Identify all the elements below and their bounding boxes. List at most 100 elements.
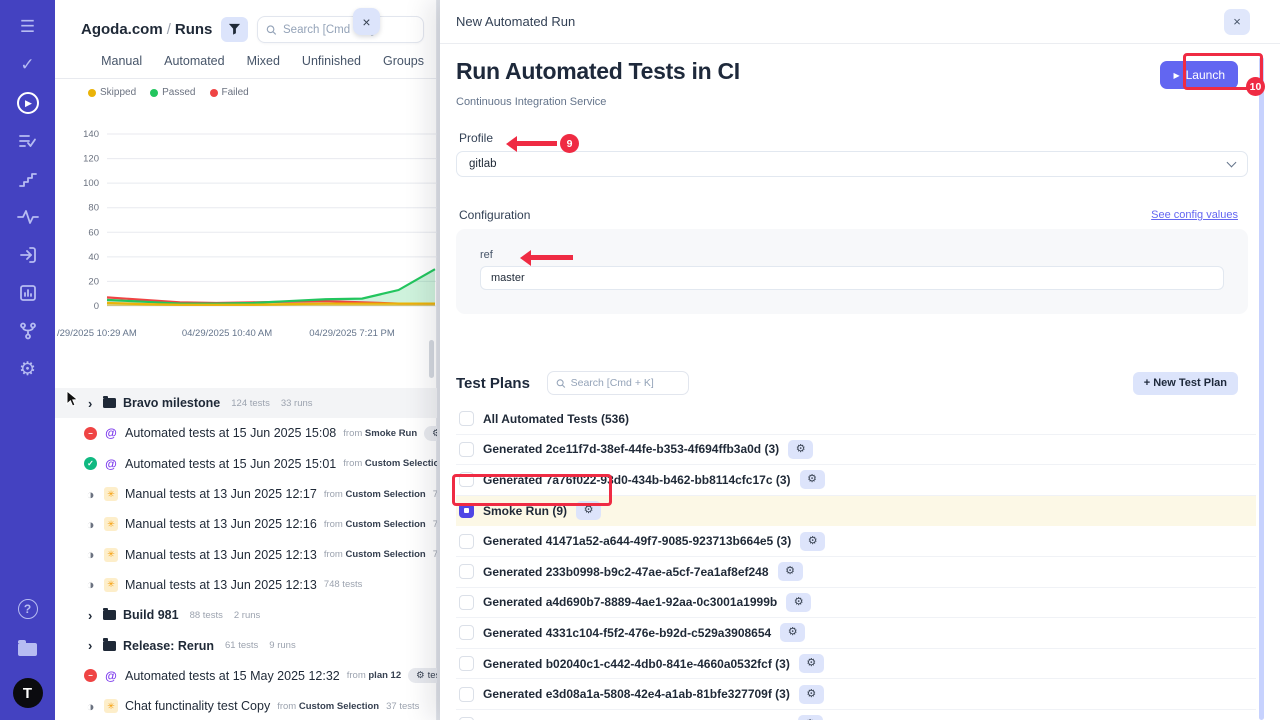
- run-row[interactable]: − @ Automated tests at 15 Jun 2025 15:08…: [55, 418, 437, 448]
- milestones-icon[interactable]: [15, 166, 41, 192]
- profile-label: Profile: [456, 131, 1264, 145]
- gear-icon: ⚙: [416, 670, 425, 681]
- plan-row[interactable]: Generated 233b0998-b9c2-47ae-a5cf-7ea1af…: [456, 557, 1256, 588]
- analytics-icon[interactable]: [15, 280, 41, 306]
- import-icon[interactable]: [15, 242, 41, 268]
- plan-settings-button[interactable]: ⚙: [800, 532, 825, 551]
- manual-run-icon: ✳: [104, 517, 118, 531]
- test-plans-search-input[interactable]: [571, 377, 680, 389]
- plan-checkbox[interactable]: [459, 472, 474, 487]
- plan-row[interactable]: Generated b02040c1-c442-4db0-841e-4660a0…: [456, 649, 1256, 680]
- runs-icon[interactable]: ▶: [15, 90, 41, 116]
- legend-passed: Passed: [150, 87, 195, 98]
- plan-row[interactable]: All Automated Tests (536): [456, 404, 1256, 435]
- new-test-plan-button[interactable]: + New Test Plan: [1133, 372, 1238, 395]
- plan-row[interactable]: Generated 4331c104-f5f2-476e-b92d-c529a3…: [456, 618, 1256, 649]
- plan-settings-button[interactable]: ⚙: [576, 501, 601, 520]
- run-title: Automated tests at 15 May 2025 12:32: [125, 669, 340, 683]
- status-in-progress-icon: ◑: [84, 488, 97, 501]
- plan-row[interactable]: Generated 7a76f022-93d0-434b-b462-bb8114…: [456, 465, 1256, 496]
- plan-checkbox[interactable]: [459, 687, 474, 702]
- run-row[interactable]: ◑ ✳ Manual tests at 13 Jun 2025 12:16 fr…: [55, 509, 437, 539]
- projects-folder-icon[interactable]: [15, 634, 41, 660]
- chevron-right-icon[interactable]: ›: [88, 608, 96, 623]
- breadcrumb-section: Runs: [175, 21, 213, 38]
- plan-row[interactable]: Generated 41471a52-a644-49f7-9085-923713…: [456, 526, 1256, 557]
- plan-checkbox[interactable]: [459, 625, 474, 640]
- settings-icon[interactable]: ⚙: [15, 356, 41, 382]
- chevron-right-icon[interactable]: ›: [88, 638, 96, 653]
- plan-settings-button[interactable]: ⚙: [778, 562, 803, 581]
- tab-groups[interactable]: Groups: [383, 54, 424, 68]
- plan-settings-button[interactable]: ⚙: [799, 685, 824, 704]
- pulse-icon[interactable]: [15, 204, 41, 230]
- plan-settings-button[interactable]: ⚙: [798, 715, 823, 720]
- plans-icon[interactable]: [15, 128, 41, 154]
- run-row[interactable]: − @ Automated tests at 15 May 2025 12:32…: [55, 661, 437, 691]
- tests-icon[interactable]: ✓: [15, 52, 41, 78]
- gear-icon: ⚙: [432, 428, 437, 439]
- folder-tests-count: 61 tests: [225, 640, 258, 651]
- panel-close-button[interactable]: ×: [353, 8, 380, 35]
- automated-run-icon: @: [104, 669, 118, 683]
- plan-row-selected[interactable]: Smoke Run (9) ⚙: [456, 496, 1256, 527]
- drawer-close-button[interactable]: ×: [1224, 9, 1250, 35]
- plan-row[interactable]: Generated 83715b93-6c1e-4663-9417-ef23a4…: [456, 710, 1256, 720]
- tab-unfinished[interactable]: Unfinished: [302, 54, 361, 68]
- x-tick: /29/2025 10:29 AM: [57, 328, 137, 339]
- drawer-scrollbar[interactable]: [1259, 57, 1264, 720]
- ref-label: ref: [480, 249, 1224, 261]
- plan-checkbox[interactable]: [459, 442, 474, 457]
- test-plans-search[interactable]: [547, 371, 689, 395]
- branches-icon[interactable]: [15, 318, 41, 344]
- run-source: from Smoke Run: [343, 428, 417, 439]
- plan-row[interactable]: Generated 2ce11f7d-38ef-44fe-b353-4f694f…: [456, 435, 1256, 466]
- run-row[interactable]: ◑ ✳ Chat functinality test Copy from Cus…: [55, 691, 437, 720]
- ref-input[interactable]: [480, 266, 1224, 290]
- runs-search-input[interactable]: [283, 24, 415, 36]
- profile-select[interactable]: gitlab: [456, 151, 1248, 177]
- plan-settings-button[interactable]: ⚙: [780, 623, 805, 642]
- menu-icon[interactable]: ☰: [15, 14, 41, 40]
- plan-checkbox[interactable]: [459, 564, 474, 579]
- plan-settings-button[interactable]: ⚙: [788, 440, 813, 459]
- plan-row[interactable]: Generated a4d690b7-8889-4ae1-92aa-0c3001…: [456, 588, 1256, 619]
- folder-row[interactable]: › Release: Rerun 61 tests 9 runs: [55, 630, 437, 660]
- plan-checkbox[interactable]: [459, 534, 474, 549]
- plan-checkbox[interactable]: [459, 411, 474, 426]
- see-config-values-link[interactable]: See config values: [1151, 209, 1238, 221]
- tab-mixed[interactable]: Mixed: [247, 54, 280, 68]
- plan-checkbox[interactable]: [459, 595, 474, 610]
- tab-automated[interactable]: Automated: [164, 54, 224, 68]
- filter-button[interactable]: [221, 17, 248, 42]
- runs-area-chart: 020406080100120140: [55, 122, 437, 332]
- plan-settings-button[interactable]: ⚙: [799, 654, 824, 673]
- run-type-badge[interactable]: ⚙test: [408, 668, 437, 683]
- help-icon[interactable]: ?: [15, 596, 41, 622]
- run-type-badge[interactable]: ⚙test: [424, 426, 437, 441]
- app-logo[interactable]: T: [13, 678, 43, 708]
- launch-button[interactable]: ▶ Launch: [1160, 61, 1238, 89]
- run-title: Chat functinality test Copy: [125, 699, 270, 713]
- folder-row[interactable]: › Build 981 88 tests 2 runs: [55, 600, 437, 630]
- plan-row[interactable]: Generated e3d08a1a-5808-42e4-a1ab-81bfe3…: [456, 679, 1256, 710]
- plan-checkbox-checked[interactable]: [459, 503, 474, 518]
- run-row[interactable]: ◑ ✳ Manual tests at 13 Jun 2025 12:17 fr…: [55, 479, 437, 509]
- configuration-row: Configuration See config values: [456, 208, 1264, 222]
- run-row[interactable]: ◑ ✳ Manual tests at 13 Jun 2025 12:13 fr…: [55, 539, 437, 569]
- status-failed-icon: −: [84, 669, 97, 682]
- runs-search[interactable]: [257, 16, 424, 43]
- plan-settings-button[interactable]: ⚙: [800, 470, 825, 489]
- run-row[interactable]: ◑ ✳ Manual tests at 13 Jun 2025 12:13 74…: [55, 570, 437, 600]
- chevron-right-icon[interactable]: ›: [88, 396, 96, 411]
- runs-panel-scrollbar[interactable]: [429, 340, 434, 378]
- folder-row[interactable]: › Bravo milestone 124 tests 33 runs: [55, 388, 437, 418]
- test-plans-header: Test Plans + New Test Plan: [456, 371, 1264, 395]
- tab-manual[interactable]: Manual: [101, 54, 142, 68]
- plan-checkbox[interactable]: [459, 656, 474, 671]
- run-title: Manual tests at 13 Jun 2025 12:13: [125, 548, 317, 562]
- run-row[interactable]: ✓ @ Automated tests at 15 Jun 2025 15:01…: [55, 449, 437, 479]
- legend-skipped: Skipped: [88, 87, 136, 98]
- breadcrumb-project[interactable]: Agoda.com: [81, 21, 163, 38]
- plan-settings-button[interactable]: ⚙: [786, 593, 811, 612]
